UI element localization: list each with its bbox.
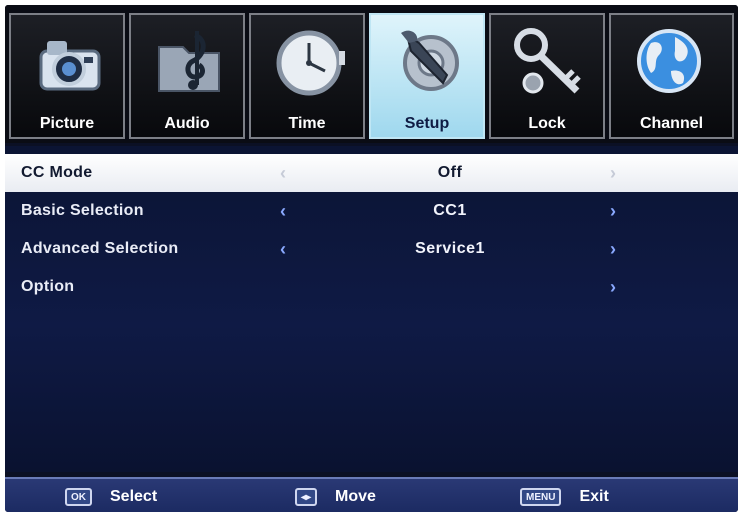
row-value: Off bbox=[437, 164, 463, 181]
arrow-right-icon[interactable]: › bbox=[610, 277, 616, 298]
ok-key-icon: OK bbox=[65, 488, 92, 506]
arrow-right-icon[interactable]: › bbox=[610, 201, 616, 222]
hint-label: Exit bbox=[579, 488, 609, 505]
category-tab-bar: Picture Audio Time Setup Lock Channel bbox=[5, 5, 738, 143]
arrow-left-icon[interactable]: ‹ bbox=[280, 163, 286, 184]
tab-label: Picture bbox=[39, 115, 95, 132]
tab-channel[interactable]: Channel bbox=[609, 13, 734, 139]
clock-icon bbox=[276, 30, 345, 96]
row-label: Option bbox=[21, 278, 75, 295]
row-value: Service1 bbox=[415, 240, 485, 257]
tab-label: Lock bbox=[528, 115, 566, 132]
row-label: Basic Selection bbox=[21, 202, 144, 219]
tab-label: Time bbox=[288, 115, 326, 132]
tab-label: Channel bbox=[639, 115, 704, 132]
globe-icon bbox=[637, 29, 701, 93]
tab-label: Setup bbox=[404, 115, 450, 132]
camera-icon bbox=[39, 41, 101, 91]
tab-time[interactable]: Time bbox=[249, 13, 365, 139]
tab-setup[interactable]: Setup bbox=[369, 13, 485, 139]
tv-setup-menu: Picture Audio Time Setup Lock Channel CC… bbox=[5, 5, 738, 512]
arrow-left-icon[interactable]: ‹ bbox=[280, 201, 286, 222]
menu-row-cc-mode[interactable]: CC Mode ‹ Off › bbox=[5, 154, 738, 192]
hint-select: OK Select bbox=[65, 486, 157, 508]
tab-audio[interactable]: Audio bbox=[129, 13, 245, 139]
setup-options-list: CC Mode ‹ Off › Basic Selection ‹ CC1 › … bbox=[5, 146, 738, 472]
hint-move: ◂▸ Move bbox=[295, 486, 376, 508]
tab-picture[interactable]: Picture bbox=[9, 13, 125, 139]
arrow-left-icon[interactable]: ‹ bbox=[280, 239, 286, 260]
menu-key-icon: MENU bbox=[520, 488, 562, 506]
arrow-right-icon[interactable]: › bbox=[610, 163, 616, 184]
row-label: CC Mode bbox=[21, 164, 93, 181]
tab-label: Audio bbox=[164, 115, 210, 132]
hint-label: Select bbox=[110, 488, 158, 505]
arrows-key-icon: ◂▸ bbox=[295, 488, 318, 506]
menu-row-advanced-selection[interactable]: Advanced Selection ‹ Service1 › bbox=[5, 230, 738, 268]
wrench-gear-icon bbox=[401, 30, 459, 91]
music-note-icon bbox=[158, 31, 220, 92]
row-label: Advanced Selection bbox=[21, 240, 179, 257]
hint-exit: MENU Exit bbox=[520, 486, 609, 508]
key-icon bbox=[514, 28, 581, 94]
tab-lock[interactable]: Lock bbox=[489, 13, 605, 139]
arrow-right-icon[interactable]: › bbox=[610, 239, 616, 260]
menu-row-basic-selection[interactable]: Basic Selection ‹ CC1 › bbox=[5, 192, 738, 230]
row-value: CC1 bbox=[433, 202, 467, 219]
menu-row-option[interactable]: Option › bbox=[5, 268, 738, 306]
button-hint-bar: OK Select ◂▸ Move MENU Exit bbox=[5, 477, 738, 512]
hint-label: Move bbox=[335, 488, 376, 505]
